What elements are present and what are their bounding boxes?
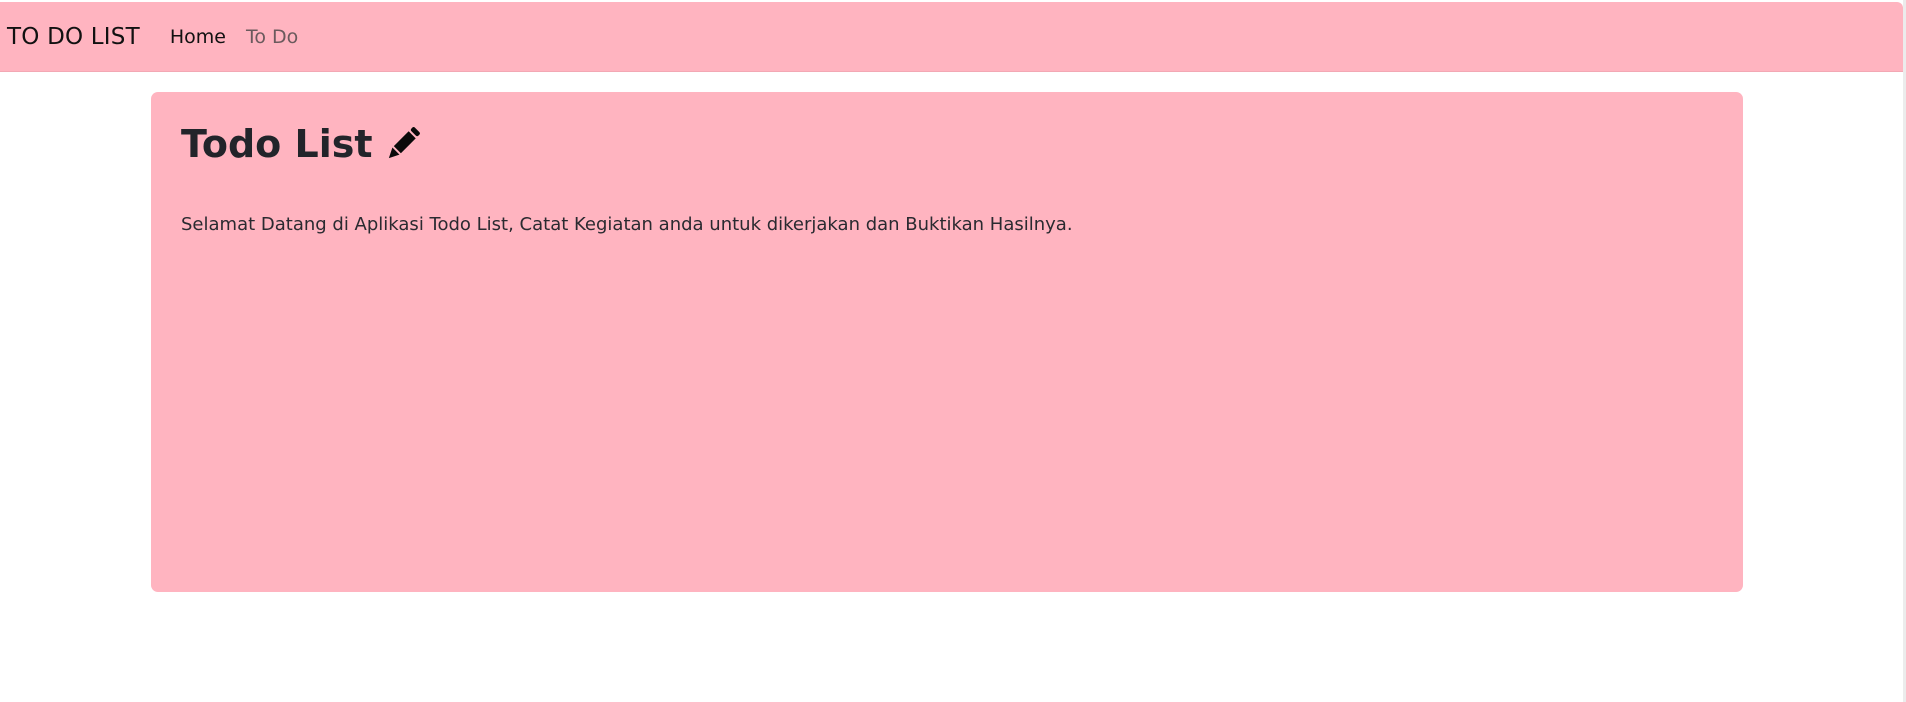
welcome-text: Selamat Datang di Aplikasi Todo List, Ca… [181,214,1073,235]
top-navbar: TO DO LIST Home To Do [0,2,1903,72]
pencil-icon-graphic [388,127,420,159]
nav-links: Home To Do [170,26,318,48]
pencil-icon [383,124,423,164]
navbar-brand[interactable]: TO DO LIST [7,24,140,50]
page: TO DO LIST Home To Do Todo List Selamat … [0,0,1906,702]
nav-link-home[interactable]: Home [170,26,226,48]
page-title-row: Todo List [181,124,423,164]
nav-link-todo[interactable]: To Do [246,26,298,48]
page-title: Todo List [181,122,373,166]
welcome-panel: Todo List Selamat Datang di Aplikasi Tod… [151,92,1743,592]
